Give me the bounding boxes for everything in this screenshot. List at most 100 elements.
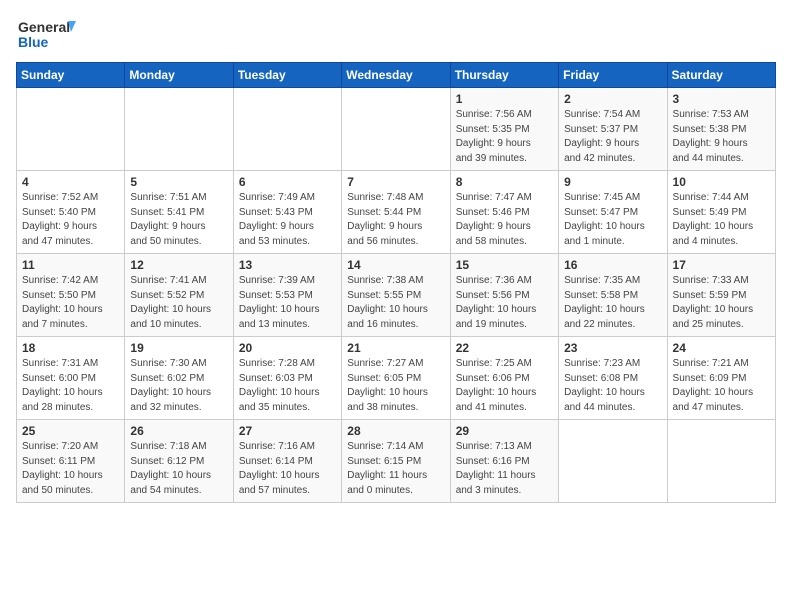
day-number: 27 — [239, 424, 336, 438]
calendar-body: 1 Sunrise: 7:56 AMSunset: 5:35 PMDaylight… — [17, 88, 776, 503]
day-info: Sunrise: 7:38 AMSunset: 5:55 PMDaylight:… — [347, 274, 444, 332]
weekday-header-sunday: Sunday — [17, 63, 125, 88]
week-row-2: 4Sunrise: 7:52 AMSunset: 5:40 PMDaylight… — [17, 171, 776, 254]
calendar-table: SundayMondayTuesdayWednesdayThursdayFrid… — [16, 62, 776, 503]
calendar-cell — [667, 420, 775, 503]
day-number: 29 — [456, 424, 553, 438]
calendar-cell — [125, 88, 233, 171]
day-number: 6 — [239, 175, 336, 189]
day-number: 16 — [564, 258, 661, 272]
weekday-header-thursday: Thursday — [450, 63, 558, 88]
day-info: Sunrise: 7:36 AMSunset: 5:56 PMDaylight:… — [456, 274, 553, 332]
day-info: Sunrise: 7:48 AMSunset: 5:44 PMDaylight:… — [347, 191, 444, 249]
day-info: Sunrise: 7:13 AMSunset: 6:16 PMDaylight:… — [456, 440, 553, 498]
weekday-header-tuesday: Tuesday — [233, 63, 341, 88]
day-number: 20 — [239, 341, 336, 355]
day-info: Sunrise: 7:51 AMSunset: 5:41 PMDaylight:… — [130, 191, 227, 249]
day-number: 8 — [456, 175, 553, 189]
day-info: Sunrise: 7:33 AMSunset: 5:59 PMDaylight:… — [673, 274, 770, 332]
day-number: 24 — [673, 341, 770, 355]
day-number: 14 — [347, 258, 444, 272]
day-info: Sunrise: 7:45 AMSunset: 5:47 PMDaylight:… — [564, 191, 661, 249]
calendar-cell: 28 Sunrise: 7:14 AMSunset: 6:15 PMDayligh… — [342, 420, 450, 503]
day-info: Sunrise: 7:47 AMSunset: 5:46 PMDaylight:… — [456, 191, 553, 249]
calendar-cell: 7 Sunrise: 7:48 AMSunset: 5:44 PMDaylight… — [342, 171, 450, 254]
day-number: 11 — [22, 258, 119, 272]
calendar-cell — [559, 420, 667, 503]
day-number: 7 — [347, 175, 444, 189]
calendar-cell: 23Sunrise: 7:23 AMSunset: 6:08 PMDayligh… — [559, 337, 667, 420]
day-info: Sunrise: 7:16 AMSunset: 6:14 PMDaylight:… — [239, 440, 336, 498]
calendar-cell: 1 Sunrise: 7:56 AMSunset: 5:35 PMDaylight… — [450, 88, 558, 171]
day-info: Sunrise: 7:18 AMSunset: 6:12 PMDaylight:… — [130, 440, 227, 498]
day-info: Sunrise: 7:23 AMSunset: 6:08 PMDaylight:… — [564, 357, 661, 415]
calendar-cell: 22 Sunrise: 7:25 AMSunset: 6:06 PMDayligh… — [450, 337, 558, 420]
calendar-cell: 11Sunrise: 7:42 AMSunset: 5:50 PMDayligh… — [17, 254, 125, 337]
day-number: 18 — [22, 341, 119, 355]
day-info: Sunrise: 7:44 AMSunset: 5:49 PMDaylight:… — [673, 191, 770, 249]
day-info: Sunrise: 7:49 AMSunset: 5:43 PMDaylight:… — [239, 191, 336, 249]
day-number: 26 — [130, 424, 227, 438]
weekday-header-monday: Monday — [125, 63, 233, 88]
calendar-cell: 26 Sunrise: 7:18 AMSunset: 6:12 PMDayligh… — [125, 420, 233, 503]
day-number: 15 — [456, 258, 553, 272]
day-number: 12 — [130, 258, 227, 272]
calendar-cell: 29 Sunrise: 7:13 AMSunset: 6:16 PMDayligh… — [450, 420, 558, 503]
day-number: 10 — [673, 175, 770, 189]
day-info: Sunrise: 7:53 AMSunset: 5:38 PMDaylight:… — [673, 108, 770, 166]
weekday-header-wednesday: Wednesday — [342, 63, 450, 88]
calendar-cell: 17Sunrise: 7:33 AMSunset: 5:59 PMDayligh… — [667, 254, 775, 337]
calendar-cell: 18 Sunrise: 7:31 AMSunset: 6:00 PMDayligh… — [17, 337, 125, 420]
svg-text:General: General — [18, 19, 70, 35]
calendar-cell: 21Sunrise: 7:27 AMSunset: 6:05 PMDayligh… — [342, 337, 450, 420]
day-info: Sunrise: 7:27 AMSunset: 6:05 PMDaylight:… — [347, 357, 444, 415]
day-info: Sunrise: 7:30 AMSunset: 6:02 PMDaylight:… — [130, 357, 227, 415]
logo: General Blue — [16, 16, 76, 52]
day-number: 9 — [564, 175, 661, 189]
day-info: Sunrise: 7:21 AMSunset: 6:09 PMDaylight:… — [673, 357, 770, 415]
calendar-cell: 14 Sunrise: 7:38 AMSunset: 5:55 PMDayligh… — [342, 254, 450, 337]
calendar-cell: 5 Sunrise: 7:51 AMSunset: 5:41 PMDaylight… — [125, 171, 233, 254]
week-row-4: 18 Sunrise: 7:31 AMSunset: 6:00 PMDayligh… — [17, 337, 776, 420]
day-info: Sunrise: 7:56 AMSunset: 5:35 PMDaylight:… — [456, 108, 553, 166]
logo-svg: General Blue — [16, 16, 76, 52]
weekday-header-saturday: Saturday — [667, 63, 775, 88]
calendar-cell: 13Sunrise: 7:39 AMSunset: 5:53 PMDayligh… — [233, 254, 341, 337]
calendar-cell: 12 Sunrise: 7:41 AMSunset: 5:52 PMDayligh… — [125, 254, 233, 337]
calendar-cell: 6 Sunrise: 7:49 AMSunset: 5:43 PMDaylight… — [233, 171, 341, 254]
calendar-cell — [17, 88, 125, 171]
day-info: Sunrise: 7:41 AMSunset: 5:52 PMDaylight:… — [130, 274, 227, 332]
day-number: 25 — [22, 424, 119, 438]
calendar-cell: 16 Sunrise: 7:35 AMSunset: 5:58 PMDayligh… — [559, 254, 667, 337]
calendar-cell: 10 Sunrise: 7:44 AMSunset: 5:49 PMDayligh… — [667, 171, 775, 254]
day-number: 19 — [130, 341, 227, 355]
week-row-1: 1 Sunrise: 7:56 AMSunset: 5:35 PMDaylight… — [17, 88, 776, 171]
day-info: Sunrise: 7:25 AMSunset: 6:06 PMDaylight:… — [456, 357, 553, 415]
calendar-header: SundayMondayTuesdayWednesdayThursdayFrid… — [17, 63, 776, 88]
svg-text:Blue: Blue — [18, 34, 49, 50]
calendar-cell: 20Sunrise: 7:28 AMSunset: 6:03 PMDayligh… — [233, 337, 341, 420]
calendar-cell: 25Sunrise: 7:20 AMSunset: 6:11 PMDayligh… — [17, 420, 125, 503]
day-number: 28 — [347, 424, 444, 438]
day-info: Sunrise: 7:31 AMSunset: 6:00 PMDaylight:… — [22, 357, 119, 415]
day-number: 13 — [239, 258, 336, 272]
calendar-cell: 8 Sunrise: 7:47 AMSunset: 5:46 PMDaylight… — [450, 171, 558, 254]
week-row-3: 11Sunrise: 7:42 AMSunset: 5:50 PMDayligh… — [17, 254, 776, 337]
calendar-cell — [233, 88, 341, 171]
calendar-cell: 15 Sunrise: 7:36 AMSunset: 5:56 PMDayligh… — [450, 254, 558, 337]
calendar-cell: 2 Sunrise: 7:54 AMSunset: 5:37 PMDaylight… — [559, 88, 667, 171]
calendar-cell: 4Sunrise: 7:52 AMSunset: 5:40 PMDaylight… — [17, 171, 125, 254]
day-info: Sunrise: 7:14 AMSunset: 6:15 PMDaylight:… — [347, 440, 444, 498]
day-number: 4 — [22, 175, 119, 189]
day-info: Sunrise: 7:35 AMSunset: 5:58 PMDaylight:… — [564, 274, 661, 332]
day-info: Sunrise: 7:54 AMSunset: 5:37 PMDaylight:… — [564, 108, 661, 166]
day-number: 2 — [564, 92, 661, 106]
day-number: 5 — [130, 175, 227, 189]
calendar-cell: 24 Sunrise: 7:21 AMSunset: 6:09 PMDayligh… — [667, 337, 775, 420]
page-header: General Blue — [16, 16, 776, 52]
day-number: 22 — [456, 341, 553, 355]
calendar-cell: 9 Sunrise: 7:45 AMSunset: 5:47 PMDaylight… — [559, 171, 667, 254]
week-row-5: 25Sunrise: 7:20 AMSunset: 6:11 PMDayligh… — [17, 420, 776, 503]
day-number: 1 — [456, 92, 553, 106]
weekday-header-friday: Friday — [559, 63, 667, 88]
